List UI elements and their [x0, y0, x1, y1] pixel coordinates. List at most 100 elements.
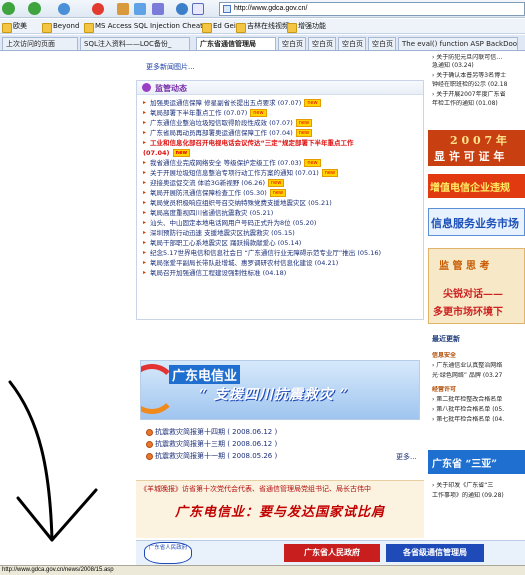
- address-bar[interactable]: http://www.gdca.gov.cn/: [219, 2, 525, 16]
- info-service-banner[interactable]: 信息服务业务市场: [428, 208, 525, 236]
- home-icon[interactable]: [117, 3, 129, 15]
- status-bar: http://www.gdca.gov.cn/news/2008/15.asp: [0, 565, 525, 575]
- new-badge-icon: new: [268, 179, 285, 187]
- news-item-text: 氧局干部职工心系地震灾区 踊跃捐款献爱心 (05.14): [150, 239, 302, 247]
- news-item[interactable]: 工业和信息化部召开电视电话会议传达“三定”规定部署下半年重点工作: [143, 138, 417, 148]
- new-badge-icon: new: [304, 99, 321, 107]
- recent-line: 信息安全: [432, 352, 457, 359]
- news-item-text: 氧局党员积极响应组织号召交纳特殊党费支援地震灾区 (05.21): [150, 199, 332, 207]
- banner-line1: 广东电信业: [169, 365, 241, 384]
- tab-last-visited[interactable]: 上次访问的页面: [2, 37, 78, 50]
- banner-line2: “ 支援四川抗震救灾 ”: [199, 387, 349, 403]
- right-news-line[interactable]: › 关于防犯元旦闪联可信…: [432, 54, 525, 62]
- news-item-text: (07.04): [143, 149, 170, 157]
- tab-eval-backdoor[interactable]: The eval() function ASP BackDoor Cl...: [398, 37, 518, 50]
- news-item[interactable]: 氧局张爱平副局长带队赴增城、惠罗调研农村信息化建设 (04.21): [143, 258, 417, 268]
- new-badge-icon: new: [321, 169, 339, 177]
- relief-item[interactable]: 抗震救灾简报第十四期 ( 2008.06.12 ): [146, 426, 277, 438]
- recent-line[interactable]: › 第八批年检合格名单 (05.: [432, 406, 525, 414]
- news-item[interactable]: 迎接奥运促交流 体验3G新视野 (06.26)new: [143, 178, 417, 188]
- news-item[interactable]: 氧局开展防汛通信保障检查工作 (05.30)new: [143, 188, 417, 198]
- relief-banner[interactable]: 广东电信业 “ 支援四川抗震救灾 ”: [140, 360, 420, 420]
- stop-icon[interactable]: [92, 3, 104, 15]
- provincial-bureaus-link[interactable]: 各省级通信管理局: [386, 544, 484, 562]
- news-item[interactable]: 关于开展垃圾短信息整治专项行动工作方案的通知 (07.01)new: [143, 168, 417, 178]
- right-news-line[interactable]: › 关于确认本普另等3名博士: [432, 72, 525, 80]
- tools-icon[interactable]: [152, 3, 164, 15]
- recent-line[interactable]: › 广东通信业认真整治网络: [432, 362, 525, 370]
- gov-logo[interactable]: 广东省人民政府: [144, 542, 192, 564]
- tab-gdca[interactable]: 广东省通信管理局: [196, 37, 276, 50]
- news-item[interactable]: 深圳预防行动迅速 支援地震灾区抗震救灾 (05.15): [143, 228, 417, 238]
- more-link[interactable]: 更多...: [396, 452, 417, 462]
- panel-title: 监管动态: [155, 84, 187, 93]
- history-icon[interactable]: [176, 3, 188, 15]
- news-item-text: 氧局召开加强通信工程建设强制性标准 (04.18): [150, 269, 287, 277]
- tab-sql-notes[interactable]: SQL注入资料——LOC备份_: [80, 37, 190, 50]
- news-item[interactable]: 氧局党员积极响应组织号召交纳特殊党费支援地震灾区 (05.21): [143, 198, 417, 208]
- refresh-icon[interactable]: [58, 3, 70, 15]
- violation-banner[interactable]: 增值电信企业违规: [428, 174, 525, 198]
- news-item[interactable]: 汕头、中山固定本地电话网用户号码正式升为8位 (05.20): [143, 218, 417, 228]
- new-badge-icon: new: [269, 189, 287, 197]
- recent-line[interactable]: › 第七批年检合格名单 (04.: [432, 416, 525, 424]
- favorite-item[interactable]: 增强功能: [287, 21, 326, 33]
- new-badge-icon: new: [295, 119, 313, 127]
- relief-list: 抗震救灾简报第十四期 ( 2008.06.12 ) 抗震救灾简报第十三期 ( 2…: [146, 426, 277, 462]
- forward-icon[interactable]: [28, 2, 41, 15]
- new-badge-icon: new: [172, 149, 191, 157]
- info-service-banner-text: 信息服务业务市场: [431, 217, 519, 230]
- news-item[interactable]: 加强奥运通信保障 修星副省长提出五点要求 (07.07)new: [143, 98, 417, 108]
- favorite-lead[interactable]: 欧美: [2, 21, 27, 33]
- browser-toolbar: http://www.gdca.gov.cn/: [0, 0, 525, 18]
- news-item[interactable]: 氧局召开加强通信工程建设强制性标准 (04.18): [143, 268, 417, 278]
- tab-blank-4[interactable]: 空白页: [368, 37, 396, 50]
- news-item[interactable]: 氧局高度重视四川省通信抗震救灾 (05.21): [143, 208, 417, 218]
- recent-line[interactable]: › 第二批年检整改合格名单: [432, 396, 525, 404]
- back-icon[interactable]: [2, 2, 15, 15]
- favorite-item[interactable]: 吉林在线视频: [236, 21, 289, 33]
- annotation-arrow: [8, 380, 98, 542]
- favorite-item[interactable]: MS Access SQL Injection Cheat ...: [84, 21, 212, 33]
- news-item[interactable]: 广东省局再动员再部署奥运通信保障工作 (07.04)new: [143, 128, 417, 138]
- news-item-text: 氧局高度重视四川省通信抗震救灾 (05.21): [150, 209, 274, 217]
- supervision-panel: 监管动态 加强奥运通信保障 修星副省长提出五点要求 (07.07)new氧局部署…: [136, 80, 424, 320]
- panel-header: 监管动态: [137, 81, 423, 95]
- right-news-line: 急通知 (03.24): [432, 62, 474, 69]
- new-badge-icon: new: [295, 129, 313, 137]
- recent-line: 经营许可: [432, 386, 457, 393]
- tail-line: 工作事项》的通知 (09.28): [432, 492, 504, 499]
- supervision-thought-banner[interactable]: 监 管 思 考 尖锐对话—— 多更市场环境下: [428, 248, 525, 324]
- tab-blank-1[interactable]: 空白页: [278, 37, 306, 50]
- news-item[interactable]: (07.04) new: [143, 148, 417, 158]
- news-item[interactable]: 氧局部署下半年重点工作 (07.07)new: [143, 108, 417, 118]
- right-news-line[interactable]: › 关于开展2007年度广东省: [432, 91, 525, 99]
- tab-blank-2[interactable]: 空白页: [308, 37, 336, 50]
- bottom-links: 广东省人民政府 广东省人民政府 各省级通信管理局: [136, 540, 525, 565]
- refresh-page-icon[interactable]: [134, 3, 146, 15]
- news-item[interactable]: 我省通信业完成网络安全 等级保护定级工作 (07.03)new: [143, 158, 417, 168]
- tail-line[interactable]: › 关于印发《广东省“三: [432, 482, 525, 490]
- three-banner[interactable]: 广东省 “三亚”: [428, 450, 525, 474]
- more-images-link[interactable]: 更多新闻图片...: [146, 62, 195, 72]
- status-url: http://www.gdca.gov.cn/news/2008/15.asp: [2, 567, 114, 573]
- news-item[interactable]: 广东通信业整治垃圾短信取得阶段性成效 (07.07)new: [143, 118, 417, 128]
- news-item-text: 汕头、中山固定本地电话网用户号码正式升为8位 (05.20): [150, 219, 317, 227]
- mail-icon[interactable]: [192, 3, 204, 15]
- license-banner[interactable]: 2 0 0 7 年 显 许 可 证 年: [428, 130, 525, 166]
- gov-link[interactable]: 广东省人民政府: [284, 544, 380, 562]
- news-item[interactable]: 纪念5.17世界电信和信息社会日 “广东通信行业无障碍示范专业厅”推出 (05.…: [143, 248, 417, 258]
- favorite-item[interactable]: Ed Gein: [202, 21, 240, 33]
- favorite-item[interactable]: Beyond: [42, 21, 79, 33]
- relief-item[interactable]: 抗震救灾简报第十一期 ( 2008.05.26 ): [146, 450, 277, 462]
- license-banner-line1: 2 0 0 7 年: [450, 134, 507, 147]
- tab-bar: 上次访问的页面 SQL注入资料——LOC备份_ 广东省通信管理局 空白页 空白页…: [0, 35, 525, 51]
- news-item-text: 工业和信息化部召开电视电话会议传达“三定”规定部署下半年重点工作: [150, 139, 354, 147]
- news-item[interactable]: 氧局干部职工心系地震灾区 踊跃捐款献爱心 (05.14): [143, 238, 417, 248]
- quote-text[interactable]: 《羊城晚报》访省第十次党代会代表、省通信管理局党组书记、局长古伟中: [136, 481, 424, 495]
- news-list: 加强奥运通信保障 修星副省长提出五点要求 (07.07)new氧局部署下半年重点…: [137, 95, 423, 278]
- tab-blank-3[interactable]: 空白页: [338, 37, 366, 50]
- relief-item[interactable]: 抗震救灾简报第十三期 ( 2008.06.12 ): [146, 438, 277, 450]
- address-text: http://www.gdca.gov.cn/: [234, 5, 308, 12]
- three-banner-text: 广东省 “三亚”: [432, 459, 497, 470]
